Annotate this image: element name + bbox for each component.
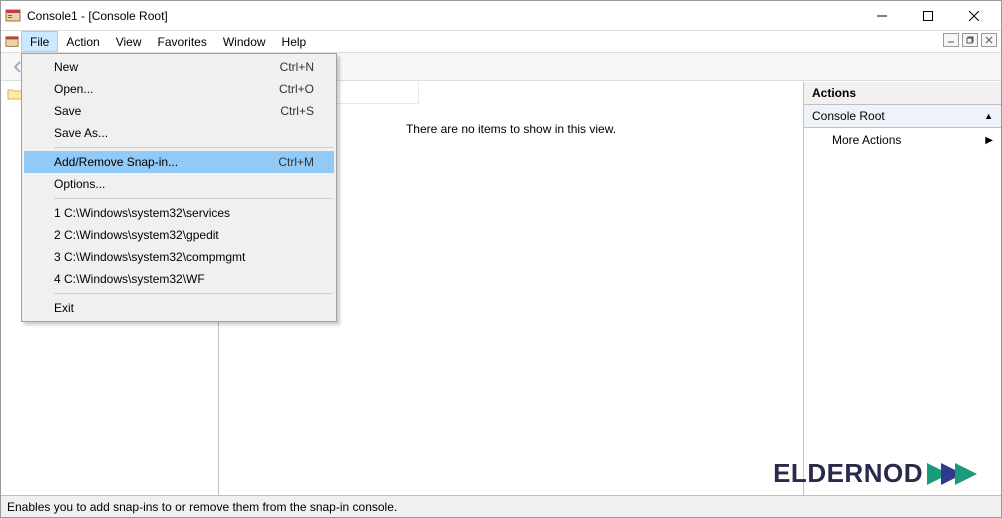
watermark-text: ELDERNOD	[773, 458, 923, 489]
window-title: Console1 - [Console Root]	[27, 9, 859, 23]
menu-item-recent-4[interactable]: 4 C:\Windows\system32\WF	[24, 268, 334, 290]
submenu-icon: ▶	[985, 135, 993, 146]
mdi-controls	[943, 33, 997, 47]
mdi-app-icon[interactable]	[3, 31, 21, 52]
statusbar-text: Enables you to add snap-ins to or remove…	[7, 500, 397, 514]
menu-window[interactable]: Window	[215, 31, 274, 52]
menu-item-label: Save As...	[54, 126, 328, 140]
menu-item-save-as[interactable]: Save As...	[24, 122, 334, 144]
menu-separator	[54, 293, 333, 294]
watermark: ELDERNOD	[773, 458, 983, 489]
minimize-button[interactable]	[859, 1, 905, 31]
menu-item-shortcut: Ctrl+M	[278, 155, 328, 169]
menu-item-label: Add/Remove Snap-in...	[54, 155, 278, 169]
menu-item-shortcut: Ctrl+N	[280, 60, 328, 74]
actions-more-actions[interactable]: More Actions ▶	[804, 128, 1001, 152]
mdi-close-button[interactable]	[981, 33, 997, 47]
actions-header: Actions	[804, 82, 1001, 105]
menu-view[interactable]: View	[108, 31, 150, 52]
menu-item-add-remove-snapin[interactable]: Add/Remove Snap-in... Ctrl+M	[24, 151, 334, 173]
menubar: File Action View Favorites Window Help	[1, 31, 1001, 53]
menu-item-label: 1 C:\Windows\system32\services	[54, 206, 328, 220]
menu-separator	[54, 198, 333, 199]
menu-item-label: Options...	[54, 177, 328, 191]
actions-section-label: Console Root	[812, 109, 885, 123]
menu-item-options[interactable]: Options...	[24, 173, 334, 195]
menu-item-label: 4 C:\Windows\system32\WF	[54, 272, 328, 286]
menu-favorites[interactable]: Favorites	[150, 31, 215, 52]
menu-item-open[interactable]: Open... Ctrl+O	[24, 78, 334, 100]
menu-item-label: Open...	[54, 82, 279, 96]
actions-item-label: More Actions	[832, 133, 901, 147]
file-dropdown-menu: New Ctrl+N Open... Ctrl+O Save Ctrl+S Sa…	[21, 53, 337, 322]
menu-item-label: 3 C:\Windows\system32\compmgmt	[54, 250, 328, 264]
titlebar: Console1 - [Console Root]	[1, 1, 1001, 31]
menu-item-label: Save	[54, 104, 280, 118]
statusbar: Enables you to add snap-ins to or remove…	[1, 495, 1001, 517]
menu-separator	[54, 147, 333, 148]
collapse-icon: ▲	[984, 111, 993, 121]
actions-pane: Actions Console Root ▲ More Actions ▶	[803, 82, 1001, 495]
window-controls	[859, 1, 997, 31]
menu-item-exit[interactable]: Exit	[24, 297, 334, 319]
menu-item-recent-1[interactable]: 1 C:\Windows\system32\services	[24, 202, 334, 224]
app-icon	[5, 8, 21, 24]
menu-item-recent-3[interactable]: 3 C:\Windows\system32\compmgmt	[24, 246, 334, 268]
menu-item-label: 2 C:\Windows\system32\gpedit	[54, 228, 328, 242]
watermark-logo-icon	[927, 459, 983, 489]
menu-help[interactable]: Help	[274, 31, 315, 52]
empty-message: There are no items to show in this view.	[406, 122, 616, 495]
mdi-restore-button[interactable]	[962, 33, 978, 47]
close-button[interactable]	[951, 1, 997, 31]
menu-item-label: New	[54, 60, 280, 74]
menu-item-save[interactable]: Save Ctrl+S	[24, 100, 334, 122]
menu-item-new[interactable]: New Ctrl+N	[24, 56, 334, 78]
mdi-minimize-button[interactable]	[943, 33, 959, 47]
menu-item-shortcut: Ctrl+S	[280, 104, 328, 118]
menu-action[interactable]: Action	[58, 31, 107, 52]
menu-item-recent-2[interactable]: 2 C:\Windows\system32\gpedit	[24, 224, 334, 246]
menu-item-label: Exit	[54, 301, 328, 315]
menu-file[interactable]: File	[21, 31, 58, 52]
actions-section[interactable]: Console Root ▲	[804, 105, 1001, 128]
menu-item-shortcut: Ctrl+O	[279, 82, 328, 96]
maximize-button[interactable]	[905, 1, 951, 31]
